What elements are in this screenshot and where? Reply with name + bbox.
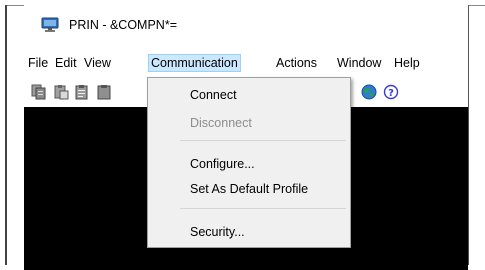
monitor-icon — [41, 17, 59, 33]
menu-actions[interactable]: Actions — [274, 54, 319, 72]
copy-icon[interactable] — [31, 84, 47, 100]
menu-communication[interactable]: Communication — [148, 54, 241, 72]
title-bar: PRIN - &COMPN*= — [24, 13, 468, 37]
menu-item-security[interactable]: Security... — [190, 225, 245, 239]
menu-item-configure[interactable]: Configure... — [190, 157, 255, 171]
clipboard-icon[interactable] — [96, 84, 112, 100]
menu-separator — [180, 140, 346, 141]
menu-item-set-default-profile[interactable]: Set As Default Profile — [190, 182, 308, 196]
screenshot-frame: PRIN - &COMPN*= File Edit View Communica… — [0, 0, 485, 270]
outer-border-right — [468, 5, 469, 265]
globe-icon[interactable] — [361, 84, 377, 100]
outer-border-left — [5, 5, 7, 265]
menu-bar: File Edit View Communication Actions Win… — [24, 49, 468, 75]
svg-text:?: ? — [388, 88, 394, 99]
menu-item-disconnect: Disconnect — [190, 116, 252, 130]
paste-special-icon[interactable] — [74, 84, 90, 100]
menu-edit[interactable]: Edit — [53, 54, 79, 72]
menu-window[interactable]: Window — [335, 54, 383, 72]
communication-dropdown-menu: Connect Disconnect Configure... Set As D… — [147, 77, 351, 248]
paste-icon[interactable] — [53, 84, 69, 100]
menu-help[interactable]: Help — [392, 54, 422, 72]
menu-separator — [180, 208, 346, 209]
help-icon[interactable]: ? — [383, 84, 399, 100]
menu-file[interactable]: File — [26, 54, 50, 72]
window-title: PRIN - &COMPN*= — [69, 18, 178, 32]
menu-item-connect[interactable]: Connect — [190, 88, 237, 102]
menu-view[interactable]: View — [82, 54, 113, 72]
